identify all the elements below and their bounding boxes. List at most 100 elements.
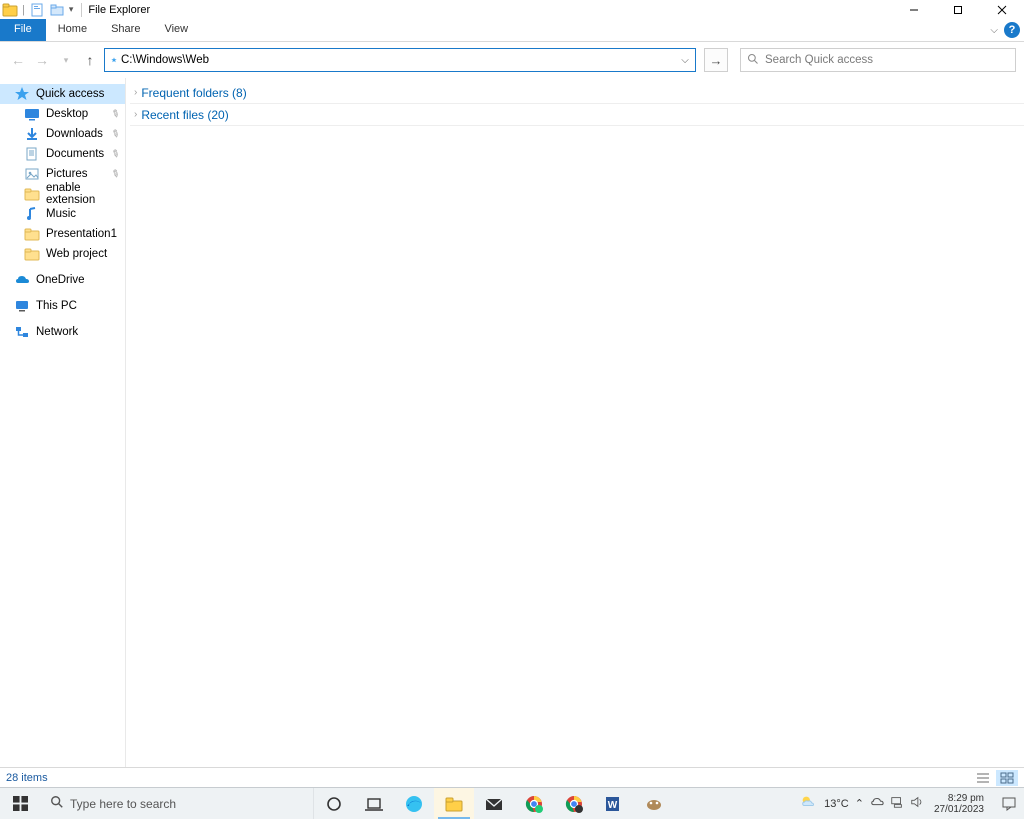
navigation-pane: Quick access Desktop ✎ Downloads ✎ Docum… [0, 78, 126, 767]
forward-button[interactable]: → [32, 50, 52, 70]
sidebar-item-presentation1[interactable]: Presentation1 [0, 224, 125, 244]
sidebar-item-label: Web project [46, 248, 107, 260]
taskbar-app-chrome[interactable] [514, 788, 554, 819]
taskbar: W 13°C ⌃ 8:29 pm 27/01/2023 [0, 787, 1024, 819]
search-icon [741, 53, 765, 68]
nav-group-network: Network [0, 322, 125, 348]
sidebar-item-documents[interactable]: Documents ✎ [0, 144, 125, 164]
sidebar-item-this-pc[interactable]: This PC [0, 296, 125, 316]
ribbon-tab-file[interactable]: File [0, 19, 46, 41]
taskbar-app-file-explorer[interactable] [434, 788, 474, 819]
search-input[interactable] [765, 49, 1015, 71]
tray-overflow-icon[interactable]: ⌃ [855, 797, 864, 810]
sidebar-item-web-project[interactable]: Web project [0, 244, 125, 264]
window-controls [892, 0, 1024, 19]
tray-onedrive-icon[interactable] [870, 795, 884, 812]
go-button[interactable]: → [704, 48, 728, 72]
ribbon: File Home Share View ⌵ ? [0, 19, 1024, 42]
up-button[interactable]: ↑ [80, 50, 100, 70]
pin-icon: ✎ [108, 167, 121, 181]
ribbon-collapse-icon[interactable]: ⌵ [986, 25, 1002, 36]
qat-customize-icon[interactable]: ▾ [69, 4, 74, 15]
cortana-button[interactable] [314, 788, 354, 819]
content-pane: › Frequent folders (8) › Recent files (2… [126, 78, 1024, 767]
chevron-right-icon: › [134, 87, 137, 98]
notifications-button[interactable] [994, 788, 1024, 819]
this-pc-icon [14, 298, 30, 314]
nav-group-this-pc: This PC [0, 296, 125, 322]
taskbar-clock[interactable]: 8:29 pm 27/01/2023 [930, 793, 988, 815]
weather-temp[interactable]: 13°C [824, 798, 849, 810]
pictures-icon [24, 166, 40, 182]
chevron-right-icon: › [134, 109, 137, 120]
folder-icon [24, 186, 40, 202]
sidebar-item-label: Pictures [46, 168, 88, 180]
nav-group-onedrive: OneDrive [0, 270, 125, 296]
download-icon [24, 126, 40, 142]
sidebar-item-desktop[interactable]: Desktop ✎ [0, 104, 125, 124]
taskbar-search[interactable] [40, 788, 314, 819]
weather-icon[interactable] [800, 793, 818, 814]
details-view-button[interactable] [972, 770, 994, 786]
item-count-label: 28 items [6, 772, 48, 784]
task-view-button[interactable] [354, 788, 394, 819]
sidebar-item-label: Quick access [36, 88, 104, 100]
taskbar-app-gimp[interactable] [634, 788, 674, 819]
quick-access-star-icon [105, 52, 121, 68]
document-icon [24, 146, 40, 162]
system-tray: 13°C ⌃ 8:29 pm 27/01/2023 [794, 788, 994, 819]
music-icon [24, 206, 40, 222]
onedrive-icon [14, 272, 30, 288]
sidebar-item-label: Music [46, 208, 76, 220]
large-icons-view-button[interactable] [996, 770, 1018, 786]
taskbar-app-edge[interactable] [394, 788, 434, 819]
tray-volume-icon[interactable] [910, 795, 924, 812]
recent-locations-button[interactable]: ▾ [56, 50, 76, 70]
clock-time: 8:29 pm [934, 793, 984, 804]
recent-files-section[interactable]: › Recent files (20) [130, 104, 1024, 126]
frequent-folders-section[interactable]: › Frequent folders (8) [130, 82, 1024, 104]
ribbon-tab-share[interactable]: Share [99, 19, 152, 41]
sidebar-item-label: Downloads [46, 128, 103, 140]
sidebar-item-quick-access[interactable]: Quick access [0, 84, 125, 104]
sidebar-item-downloads[interactable]: Downloads ✎ [0, 124, 125, 144]
sidebar-item-network[interactable]: Network [0, 322, 125, 342]
section-label: Frequent folders (8) [141, 86, 246, 100]
taskbar-search-input[interactable] [70, 797, 313, 811]
address-bar[interactable]: ⌵ [104, 48, 696, 72]
sidebar-item-label: OneDrive [36, 274, 85, 286]
start-button[interactable] [0, 788, 40, 819]
sidebar-item-onedrive[interactable]: OneDrive [0, 270, 125, 290]
help-button[interactable]: ? [1004, 22, 1020, 38]
network-icon [14, 324, 30, 340]
quick-access-toolbar: | ▾ [2, 2, 77, 18]
taskbar-app-chrome-alt[interactable] [554, 788, 594, 819]
sidebar-item-label: Documents [46, 148, 104, 160]
quick-access-icon [14, 86, 30, 102]
sidebar-item-enable-extension[interactable]: enable extension [0, 184, 125, 204]
maximize-button[interactable] [936, 0, 980, 19]
ribbon-tab-home[interactable]: Home [46, 19, 99, 41]
taskbar-app-mail[interactable] [474, 788, 514, 819]
sidebar-item-music[interactable]: Music [0, 204, 125, 224]
new-folder-icon[interactable] [49, 2, 65, 18]
properties-icon[interactable] [29, 2, 45, 18]
taskbar-app-word[interactable]: W [594, 788, 634, 819]
ribbon-tab-view[interactable]: View [152, 19, 200, 41]
back-button[interactable]: ← [8, 50, 28, 70]
search-icon [50, 795, 64, 812]
tray-network-icon[interactable] [890, 795, 904, 812]
pin-icon: ✎ [108, 147, 121, 161]
address-history-dropdown[interactable]: ⌵ [675, 55, 695, 66]
nav-group-quick-access: Quick access Desktop ✎ Downloads ✎ Docum… [0, 84, 125, 270]
sidebar-item-label: This PC [36, 300, 77, 312]
address-input[interactable] [121, 49, 675, 71]
search-box[interactable] [740, 48, 1016, 72]
app-icon [2, 2, 18, 18]
close-button[interactable] [980, 0, 1024, 19]
minimize-button[interactable] [892, 0, 936, 19]
sidebar-item-label: enable extension [46, 182, 125, 206]
window-title: File Explorer [86, 4, 150, 16]
sidebar-item-pictures[interactable]: Pictures ✎ [0, 164, 125, 184]
qat-separator: | [22, 4, 25, 16]
